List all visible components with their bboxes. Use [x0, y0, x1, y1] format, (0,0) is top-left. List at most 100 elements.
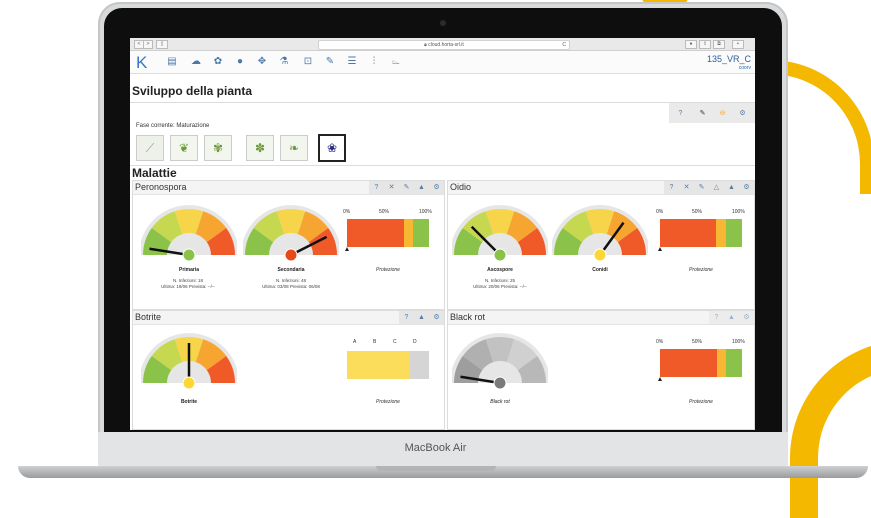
botrite-title: Botrite — [135, 312, 162, 322]
flask-icon[interactable]: ▲ — [724, 181, 739, 194]
warning-icon[interactable]: △ — [709, 181, 724, 194]
share-button[interactable]: ⇪ — [699, 40, 711, 49]
bar-segment — [660, 219, 716, 247]
phase-bud-icon[interactable]: ⟋ — [136, 135, 164, 161]
target-icon[interactable]: ⊡ — [302, 56, 314, 68]
list-icon[interactable]: ☰ — [346, 56, 358, 68]
protection-label-blackrot: Protezione — [689, 399, 713, 405]
gauge-hub — [493, 248, 507, 261]
gauge-blackrot — [452, 333, 548, 389]
background-arc-bottom — [790, 340, 871, 518]
help-icon[interactable]: ? — [399, 311, 414, 324]
botrite-panel: Botrite ? ▲ ⚙ Botrite A B C D Protezione — [132, 310, 445, 430]
sliders-icon[interactable]: ⫶ — [368, 56, 380, 68]
gauge-label-ascospore: Ascospore — [487, 267, 513, 273]
gauge-label-botrite: Botrite — [180, 399, 198, 405]
gauge-hub — [182, 376, 196, 389]
field-title: 135_VR_C — [706, 54, 751, 64]
edit-icon[interactable]: ✎ — [694, 181, 709, 194]
settings-icon[interactable]: ⚙ — [735, 107, 750, 120]
document-icon[interactable]: ▤ — [166, 56, 178, 68]
tools-icon[interactable]: ✕ — [679, 181, 694, 194]
screen: < > ▯ 🔒︎ cloud.horta-srl.it C ● ⇪ ⧉ + K … — [130, 38, 755, 430]
help-icon[interactable]: ? — [709, 311, 724, 324]
protection-bar-oidio — [660, 219, 742, 247]
flask-icon[interactable]: ▲ — [414, 181, 429, 194]
sidebar-button[interactable]: ▯ — [156, 40, 168, 49]
gauge-primaria — [141, 205, 237, 261]
bar-segment — [715, 219, 726, 247]
flask-icon[interactable]: ▲ — [724, 311, 739, 324]
dates-secondaria: Ultima: 03/08 Prevista: 06/08 — [262, 284, 320, 289]
minus-icon[interactable]: ⊖ — [715, 107, 730, 120]
dates-primaria: Ultima: 19/06 Prevista: --/-- — [161, 284, 215, 289]
blackrot-panel: Black rot ? ▲ ⚙ Black rot 0% 50% 100% Pr… — [447, 310, 755, 430]
class-b: B — [373, 339, 377, 345]
gauge-label-blackrot: Black rot — [490, 399, 510, 405]
bar-segment — [717, 349, 726, 377]
protection-label-botrite: Protezione — [376, 399, 400, 405]
lock-icon: 🔒︎ — [424, 42, 427, 48]
protection-label-peronospora: Protezione — [376, 267, 400, 273]
peronospora-title: Peronospora — [135, 182, 187, 192]
gauge-label-secondaria: Secondaria — [277, 267, 305, 273]
edit-icon[interactable]: ✎ — [399, 181, 414, 194]
settings-icon[interactable]: ⚙ — [739, 181, 754, 194]
gauge-hub — [284, 248, 298, 261]
tick-100: 100% — [732, 339, 745, 345]
laptop-notch — [376, 466, 496, 471]
tree-icon[interactable]: ✥ — [256, 56, 268, 68]
bar-segment — [408, 351, 429, 379]
phase-flower-icon[interactable]: ✽ — [246, 135, 274, 161]
protection-bar-blackrot — [660, 349, 742, 377]
gauge-secondaria — [243, 205, 339, 261]
downloads-button[interactable]: ● — [685, 40, 697, 49]
bar-marker — [658, 247, 662, 251]
app-navbar: K ▤ ☁ ✿ ● ✥ ⚗ ⊡ ✎ ☰ ⫶ ⌳ 135_VR_C coorv — [130, 51, 755, 74]
help-icon[interactable]: ? — [369, 181, 384, 194]
botrite-tools: ? ▲ ⚙ — [399, 311, 444, 324]
phase-grape-icon[interactable]: ❀ — [318, 134, 346, 162]
tick-0: 0% — [656, 209, 664, 215]
settings-icon[interactable]: ⚙ — [429, 311, 444, 324]
tabs-button[interactable]: ⧉ — [713, 40, 725, 49]
url-bar[interactable]: 🔒︎ cloud.horta-srl.it C — [318, 40, 570, 50]
blackrot-title: Black rot — [450, 312, 486, 322]
tick-50: 50% — [379, 209, 390, 215]
bar-marker — [658, 377, 662, 381]
forward-button[interactable]: > — [143, 40, 153, 49]
reload-icon[interactable]: C — [562, 41, 566, 49]
phase-fruitset-icon[interactable]: ❧ — [280, 135, 308, 161]
tick-0: 0% — [343, 209, 351, 215]
help-icon[interactable]: ? — [664, 181, 679, 194]
dates-ascospore: Ultima: 20/06 Prevista: --/-- — [473, 284, 527, 289]
app-logo[interactable]: K — [136, 53, 147, 73]
bar-segment — [725, 349, 742, 377]
help-icon[interactable]: ? — [673, 107, 688, 120]
tick-50: 50% — [692, 339, 703, 345]
peronospora-panel: Peronospora ? ✕ ✎ ▲ ⚙ Primaria N. Infezi… — [132, 180, 445, 310]
cloud-icon[interactable]: ☁ — [190, 56, 202, 68]
laptop-brand: MacBook Air — [404, 442, 467, 454]
browser-toolbar: < > ▯ 🔒︎ cloud.horta-srl.it C ● ⇪ ⧉ + — [130, 38, 755, 51]
edit-icon[interactable]: ✎ — [695, 107, 710, 120]
oidio-title: Oidio — [450, 182, 472, 192]
protection-label-oidio: Protezione — [689, 267, 713, 273]
class-c: C — [393, 339, 397, 345]
tools-icon[interactable]: ✕ — [384, 181, 399, 194]
flask-icon[interactable]: ⚗ — [278, 56, 290, 68]
leaf-icon[interactable]: ✿ — [212, 56, 224, 68]
edit-icon[interactable]: ✎ — [324, 56, 336, 68]
phase-sprout-icon[interactable]: ❦ — [170, 135, 198, 161]
gauge-hub — [182, 248, 196, 261]
phase-leaves-icon[interactable]: ✾ — [204, 135, 232, 161]
gauge-botrite — [141, 333, 237, 389]
bug-icon[interactable]: ● — [234, 56, 246, 68]
current-phase-label: Fase corrente: Maturazione — [136, 123, 210, 129]
settings-icon[interactable]: ⚙ — [429, 181, 444, 194]
development-tools: ? ✎ ⊖ ⚙ — [669, 103, 755, 123]
chart-icon[interactable]: ⌳ — [390, 56, 402, 68]
settings-icon[interactable]: ⚙ — [739, 311, 754, 324]
new-tab-button[interactable]: + — [732, 40, 744, 49]
flask-icon[interactable]: ▲ — [414, 311, 429, 324]
